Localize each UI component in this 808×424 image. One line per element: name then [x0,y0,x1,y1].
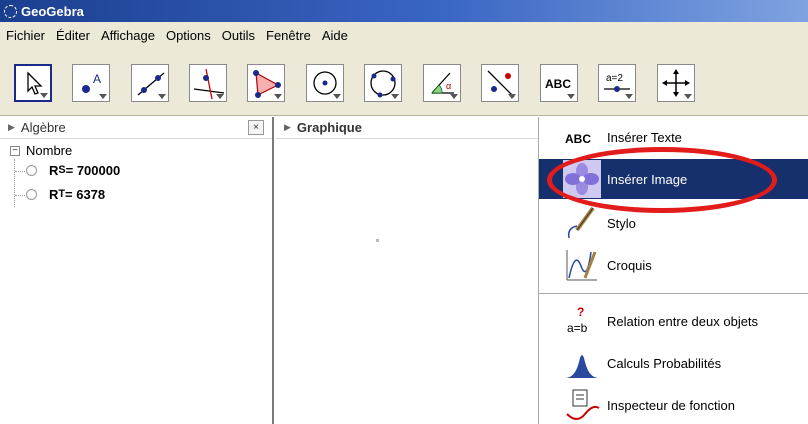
visibility-toggle-icon[interactable] [26,188,37,200]
tree-item-rs[interactable]: RS = 700000 [10,158,272,182]
category-label: Nombre [26,143,73,158]
bell-curve-icon [563,344,601,382]
var-value: = 6378 [65,186,106,202]
svg-text:α: α [446,81,451,91]
var-subscript: S [58,164,66,176]
menu-item-croquis[interactable]: Croquis [539,245,808,285]
menu-item-relation[interactable]: ? a=b Relation entre deux objets [539,301,808,341]
var-value: = 700000 [65,162,121,178]
menu-editer[interactable]: Éditer [56,28,90,43]
var-subscript: T [58,188,66,200]
algebra-panel: ▶ Algèbre × − Nombre RS = 700000 RT = 63… [0,117,274,424]
svg-text:a=b: a=b [567,321,588,335]
move-tool-button[interactable] [14,64,52,102]
reflect-tool-button[interactable] [481,64,519,102]
menu-bar: Fichier Éditer Affichage Options Outils … [0,22,808,48]
menu-item-label: Croquis [607,257,652,273]
menu-item-label: Relation entre deux objets [607,313,759,329]
menu-options[interactable]: Options [166,28,211,43]
pen-icon [563,204,601,242]
graphics-title: Graphique [296,120,362,135]
svg-text:a=2: a=2 [606,73,623,84]
svg-text:?: ? [577,305,584,319]
toolbar: A α ABC a=2 [0,48,808,116]
title-bar: GeoGebra [0,0,808,22]
menu-fenetre[interactable]: Fenêtre [266,28,311,43]
menu-separator [539,293,808,294]
collapse-minus-icon[interactable]: − [10,145,20,156]
sketch-function-icon [563,246,601,284]
svg-text:ABC: ABC [545,77,571,91]
algebra-title: Algèbre [20,120,66,135]
polygon-tool-button[interactable] [247,64,285,102]
menu-item-label: Stylo [607,215,636,231]
abc-text-icon: ABC [563,118,601,156]
menu-item-inspecteur[interactable]: Inspecteur de fonction [539,385,808,424]
graphics-panel[interactable]: ▶ Graphique [276,117,538,424]
svg-text:A: A [93,72,101,86]
menu-aide[interactable]: Aide [322,28,348,43]
graphics-panel-header: ▶ Graphique [276,117,538,139]
tree-category[interactable]: − Nombre [10,143,272,158]
function-inspector-icon [563,386,601,424]
menu-item-probabilites[interactable]: Calculs Probabilités [539,343,808,383]
algebra-panel-header: ▶ Algèbre × [0,117,272,139]
algebra-tree: − Nombre RS = 700000 RT = 6378 [0,139,272,207]
window-title: GeoGebra [21,3,84,19]
menu-affichage[interactable]: Affichage [101,28,155,43]
perpendicular-tool-button[interactable] [189,64,227,102]
point-tool-button[interactable]: A [72,64,110,102]
geogebra-logo-icon [4,4,17,18]
circle-center-tool-button[interactable] [306,64,344,102]
text-tool-button[interactable]: ABC [540,64,578,102]
visibility-toggle-icon[interactable] [26,164,37,176]
menu-item-label: Inspecteur de fonction [607,397,735,413]
slider-tool-button[interactable]: a=2 [598,64,636,102]
collapse-arrow-icon[interactable]: ▶ [8,122,15,133]
tree-item-rt[interactable]: RT = 6378 [10,182,272,206]
circle-three-points-tool-button[interactable] [364,64,402,102]
var-name: R [49,186,59,202]
menu-fichier[interactable]: Fichier [6,28,45,43]
graphics-origin-dot [376,239,379,242]
var-name: R [49,162,59,178]
menu-item-label: Calculs Probabilités [607,355,722,371]
collapse-arrow-icon[interactable]: ▶ [284,122,291,133]
move-graphics-tool-button[interactable] [657,64,695,102]
annotation-highlight-circle [547,147,777,213]
menu-item-label: Insérer Texte [607,129,682,145]
svg-text:ABC: ABC [565,132,591,146]
relation-icon: ? a=b [563,302,601,340]
menu-outils[interactable]: Outils [222,28,255,43]
line-tool-button[interactable] [131,64,169,102]
close-panel-button[interactable]: × [248,120,264,135]
angle-tool-button[interactable]: α [423,64,461,102]
